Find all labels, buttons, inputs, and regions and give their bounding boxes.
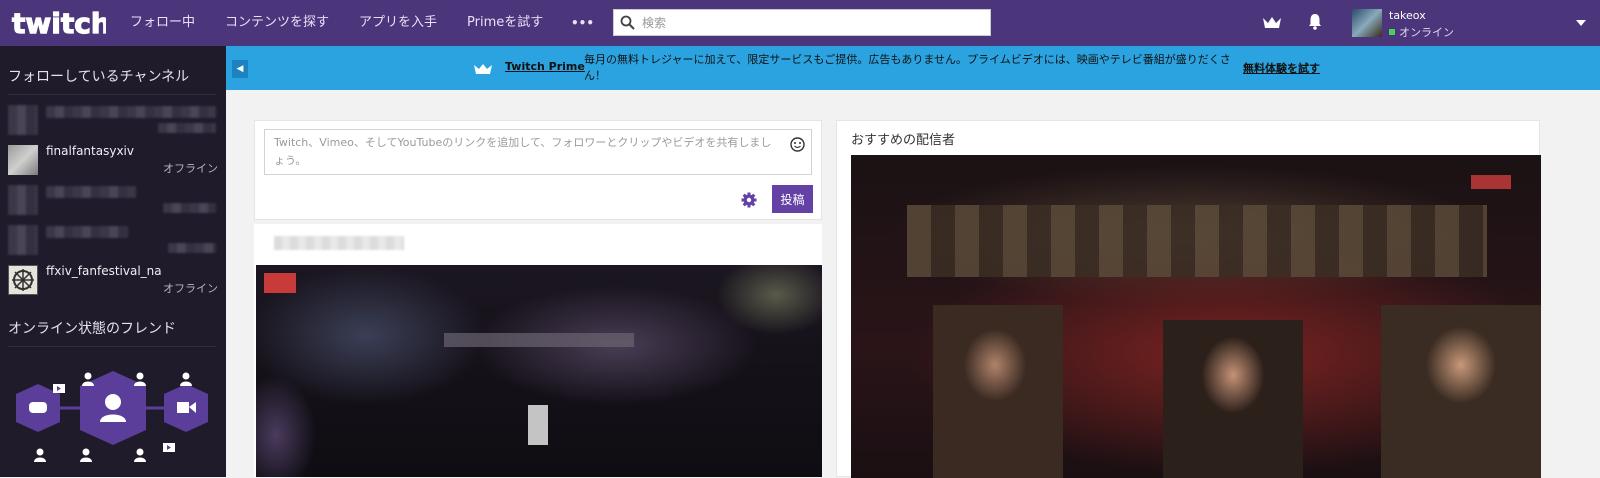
nav-get-app[interactable]: アプリを入手 xyxy=(359,0,437,46)
channel-avatar xyxy=(8,225,38,255)
nav-try-prime[interactable]: Primeを試す xyxy=(467,0,543,46)
feed-post xyxy=(254,224,822,477)
twitch-logo[interactable]: twitch xyxy=(10,6,106,40)
channel-row[interactable] xyxy=(8,102,218,138)
feed-video-thumbnail[interactable] xyxy=(256,265,822,477)
search-box[interactable] xyxy=(613,9,991,36)
live-badge xyxy=(264,273,296,293)
channel-name-redacted xyxy=(46,186,136,198)
main-content: ◀ Twitch Prime 毎月の無料トレジャーに加えて、限定サービスもご提供… xyxy=(226,46,1600,478)
channel-name: ffxiv_fanfestival_na xyxy=(46,264,162,278)
person-left xyxy=(933,305,1063,478)
person-right xyxy=(1381,305,1541,478)
channel-name-redacted xyxy=(46,226,128,238)
prime-crown-icon xyxy=(474,64,492,74)
twitch-prime-link[interactable]: Twitch Prime xyxy=(505,60,585,73)
channel-status: オフライン xyxy=(163,282,218,295)
free-trial-link[interactable]: 無料体験を試す xyxy=(1243,60,1320,76)
recommended-video-thumbnail[interactable] xyxy=(851,155,1541,478)
feed-post-author-redacted xyxy=(274,236,404,250)
user-avatar[interactable] xyxy=(1352,9,1382,37)
notifications-bell-icon[interactable] xyxy=(1308,13,1322,30)
search-input[interactable] xyxy=(642,13,982,33)
emoji-icon[interactable] xyxy=(790,137,805,152)
user-status-text: オンライン xyxy=(1399,26,1454,39)
online-friends-heading: オンライン状態のフレンド xyxy=(8,321,176,337)
share-composer: 投稿 xyxy=(254,120,822,220)
left-sidebar: フォローしているチャンネル finalfantasyxiv オフライン ffxi… xyxy=(0,46,226,477)
crown-icon[interactable] xyxy=(1262,15,1282,29)
video-title-redacted xyxy=(444,333,634,347)
share-link-textarea[interactable] xyxy=(264,129,812,175)
following-channels-heading: フォローしているチャンネル xyxy=(8,69,190,85)
gamepad-icon xyxy=(29,402,47,413)
recommended-heading: おすすめの配信者 xyxy=(851,133,956,148)
svg-text:twitch: twitch xyxy=(12,7,106,40)
user-status: オンライン xyxy=(1389,24,1454,40)
divider xyxy=(8,94,216,95)
live-badge xyxy=(1471,175,1511,189)
event-banner-text xyxy=(907,205,1487,277)
collapse-sidebar-button[interactable]: ◀ xyxy=(232,60,248,78)
prime-description: 毎月の無料トレジャーに加えて、限定サービスもご提供。広告もありません。プライムビ… xyxy=(584,53,1231,82)
user-menu-chevron-down-icon[interactable] xyxy=(1576,20,1586,26)
divider xyxy=(8,346,216,347)
friends-illustration xyxy=(16,371,208,462)
nav-browse[interactable]: コンテンツを探す xyxy=(225,0,329,46)
channel-row[interactable] xyxy=(8,182,218,218)
fanfestival-logo-icon xyxy=(12,269,34,291)
online-dot-icon xyxy=(1389,29,1395,35)
post-button[interactable]: 投稿 xyxy=(772,185,813,213)
channel-status-redacted xyxy=(168,243,216,253)
channel-row[interactable] xyxy=(8,222,218,258)
channel-name-redacted xyxy=(46,106,216,118)
top-navigation-bar: twitch フォロー中 コンテンツを探す アプリを入手 Primeを試す ••… xyxy=(0,0,1600,46)
channel-avatar xyxy=(8,145,38,175)
channel-row-finalfantasyxiv[interactable]: finalfantasyxiv オフライン xyxy=(8,142,218,178)
channel-name: finalfantasyxiv xyxy=(46,144,134,158)
gear-icon[interactable] xyxy=(741,192,757,208)
recommended-streamer-panel: おすすめの配信者 xyxy=(836,120,1541,478)
nav-more-button[interactable]: ••• xyxy=(571,0,594,46)
channel-row-ffxiv-fanfestival-na[interactable]: ffxiv_fanfestival_na オフライン xyxy=(8,262,218,298)
video-figure xyxy=(528,405,548,445)
channel-avatar xyxy=(8,265,38,295)
twitch-prime-banner: ◀ Twitch Prime 毎月の無料トレジャーに加えて、限定サービスもご提供… xyxy=(226,46,1600,90)
channel-avatar xyxy=(8,105,38,135)
person-center xyxy=(1163,320,1303,478)
channel-avatar xyxy=(8,185,38,215)
search-icon xyxy=(620,15,635,30)
nav-following[interactable]: フォロー中 xyxy=(130,0,195,46)
channel-status-redacted xyxy=(163,203,216,213)
channel-status-redacted xyxy=(158,123,216,133)
user-name[interactable]: takeox xyxy=(1389,9,1426,22)
channel-status: オフライン xyxy=(163,162,218,175)
